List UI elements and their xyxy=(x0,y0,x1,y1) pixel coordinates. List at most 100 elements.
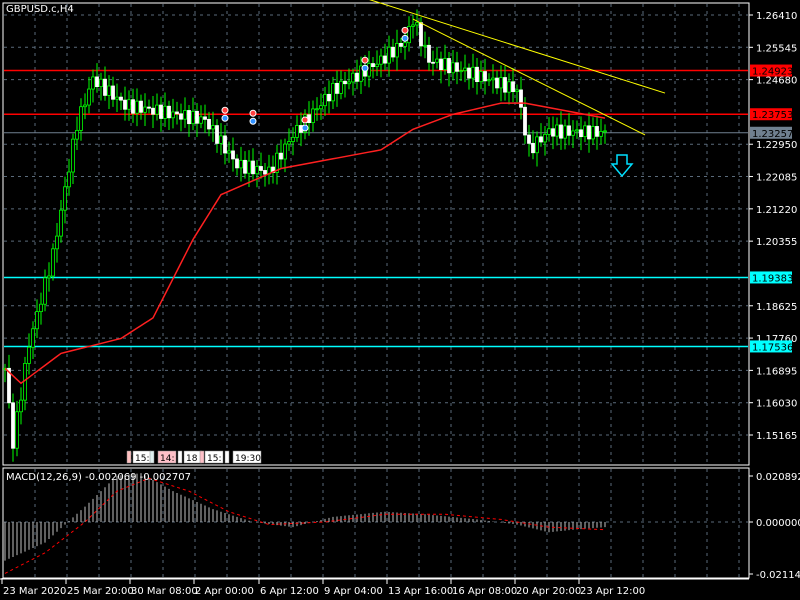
candle xyxy=(379,55,383,65)
time-marker-label: 14: xyxy=(160,454,174,464)
time-marker-label: 18 xyxy=(186,454,198,464)
time-tick-label: 25 Mar 20:00 xyxy=(67,586,134,597)
candle xyxy=(79,106,83,131)
candle xyxy=(199,116,203,124)
candle xyxy=(475,66,479,83)
candle xyxy=(543,133,547,143)
time-tick-label: 30 Mar 08:00 xyxy=(131,586,198,597)
candle xyxy=(75,129,79,140)
candle xyxy=(251,160,255,175)
candle xyxy=(179,113,183,120)
candle xyxy=(463,67,467,72)
time-marker xyxy=(149,450,155,464)
candle xyxy=(155,104,159,115)
symbol-title: GBPUSD.c,H4 xyxy=(6,4,74,15)
candle xyxy=(67,171,71,188)
candle xyxy=(383,55,387,64)
candle xyxy=(123,99,127,110)
macd-tick-label: -0.021149 xyxy=(756,570,800,581)
candle xyxy=(83,104,87,108)
candle xyxy=(419,22,423,47)
candle xyxy=(139,100,143,113)
level-label: 1.19383 xyxy=(752,273,793,284)
candle xyxy=(247,160,251,174)
candle xyxy=(279,152,283,160)
macd-tick-label: 0.000000 xyxy=(756,518,800,529)
candle xyxy=(591,126,595,140)
candle xyxy=(243,159,247,174)
time-marker-label: 15: xyxy=(135,454,149,464)
candle xyxy=(203,116,207,120)
candle xyxy=(119,96,123,101)
candle xyxy=(603,130,607,133)
candle xyxy=(507,81,511,93)
candle xyxy=(71,138,75,173)
candle xyxy=(259,166,263,171)
candle xyxy=(287,141,291,145)
candle xyxy=(535,136,539,154)
candle xyxy=(19,399,23,413)
candle xyxy=(583,125,587,138)
candle xyxy=(159,104,163,119)
candle xyxy=(471,66,475,79)
price-tick-label: 1.16030 xyxy=(756,399,797,410)
candle xyxy=(387,46,391,64)
time-tick-label: 16 Apr 08:00 xyxy=(452,586,517,597)
candle xyxy=(467,67,471,79)
trade-marker xyxy=(401,34,409,42)
time-tick-label: 9 Apr 04:00 xyxy=(324,586,383,597)
time-marker xyxy=(199,450,205,464)
candle xyxy=(183,110,187,120)
candle xyxy=(107,85,111,96)
trendline xyxy=(412,18,646,136)
trade-marker xyxy=(301,124,309,132)
sell-arrow-icon xyxy=(610,154,634,178)
candle xyxy=(131,99,135,114)
level-label: 1.17536 xyxy=(752,342,793,353)
candle xyxy=(311,108,315,124)
candle xyxy=(575,129,579,132)
candle xyxy=(371,63,375,68)
candle xyxy=(599,130,603,137)
candle xyxy=(103,78,107,96)
candle xyxy=(167,105,171,119)
candle xyxy=(263,170,267,175)
candle xyxy=(291,136,295,142)
level-label: 1.23257 xyxy=(752,129,793,140)
candle xyxy=(115,96,119,100)
candle xyxy=(147,106,151,109)
candle xyxy=(443,58,447,71)
price-tick-label: 1.22085 xyxy=(756,173,797,184)
price-chart[interactable]: 1.264101.255451.246801.229501.220851.212… xyxy=(0,0,800,600)
time-tick-label: 23 Mar 2020 xyxy=(3,586,66,597)
candle xyxy=(47,275,51,279)
candle xyxy=(163,105,167,119)
candle xyxy=(91,76,95,90)
candle xyxy=(219,135,223,144)
candle xyxy=(447,58,451,74)
candle xyxy=(95,76,99,88)
time-tick-label: 20 Apr 20:00 xyxy=(516,586,581,597)
candle xyxy=(135,100,139,114)
time-tick-label: 13 Apr 16:00 xyxy=(388,586,453,597)
candle xyxy=(555,124,559,137)
candle xyxy=(587,125,591,140)
candle xyxy=(335,82,339,94)
candle xyxy=(319,105,323,110)
candle xyxy=(327,93,331,102)
candle xyxy=(215,125,219,144)
price-tick-label: 1.15165 xyxy=(756,431,797,442)
main-frame xyxy=(2,2,750,466)
macd-frame xyxy=(2,467,750,579)
candle xyxy=(415,22,419,26)
trade-marker xyxy=(361,64,369,72)
candle xyxy=(227,150,231,154)
candle xyxy=(239,159,243,169)
candle xyxy=(283,143,287,160)
candle xyxy=(431,61,435,64)
candle xyxy=(171,111,175,119)
candle xyxy=(563,125,567,139)
candle xyxy=(527,134,531,144)
candle xyxy=(479,71,483,83)
candle xyxy=(375,63,379,68)
